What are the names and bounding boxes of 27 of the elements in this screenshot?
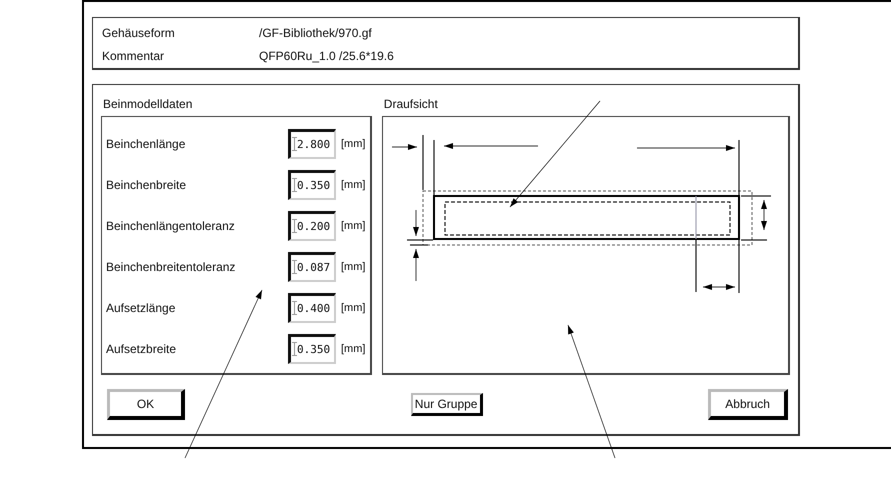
unit-label: [mm] bbox=[341, 342, 366, 354]
number-field[interactable]: 0.350 bbox=[288, 334, 336, 364]
group-title: Draufsicht bbox=[382, 97, 439, 113]
field-label: Beinchenbreite bbox=[106, 178, 188, 192]
unit-label: [mm] bbox=[341, 138, 366, 150]
unit-label: [mm] bbox=[341, 260, 366, 272]
number-field[interactable]: 0.350 bbox=[288, 170, 336, 200]
dialog-button[interactable]: Abbruch bbox=[708, 389, 788, 420]
number-field[interactable]: 0.087 bbox=[288, 252, 336, 282]
field-label: Kommentar bbox=[102, 48, 166, 62]
unit-label: [mm] bbox=[341, 178, 366, 190]
field-value: /GF-Bibliothek/970.gf bbox=[259, 26, 373, 40]
number-field[interactable]: 0.400 bbox=[288, 292, 336, 322]
field-label: Gehäuseform bbox=[102, 26, 176, 40]
field-label: Beinchenlänge bbox=[106, 136, 186, 150]
unit-label: [mm] bbox=[341, 220, 366, 232]
field-label: Aufsetzbreite bbox=[106, 342, 178, 356]
dialog-button[interactable]: Nur Gruppe bbox=[410, 393, 483, 416]
field-value: QFP60Ru_1.0 /25.6*19.6 bbox=[259, 48, 395, 62]
field-label: Beinchenbreitentoleranz bbox=[106, 260, 236, 274]
dialog-button[interactable]: OK bbox=[107, 389, 185, 420]
unit-label: [mm] bbox=[341, 302, 366, 314]
number-field[interactable]: 0.200 bbox=[288, 210, 336, 240]
field-label: Aufsetzlänge bbox=[106, 300, 176, 314]
number-field[interactable]: 2.800 bbox=[288, 128, 336, 158]
group-title: Beinmodelldaten bbox=[102, 97, 194, 113]
field-label: Beinchenlängentoleranz bbox=[106, 218, 236, 232]
